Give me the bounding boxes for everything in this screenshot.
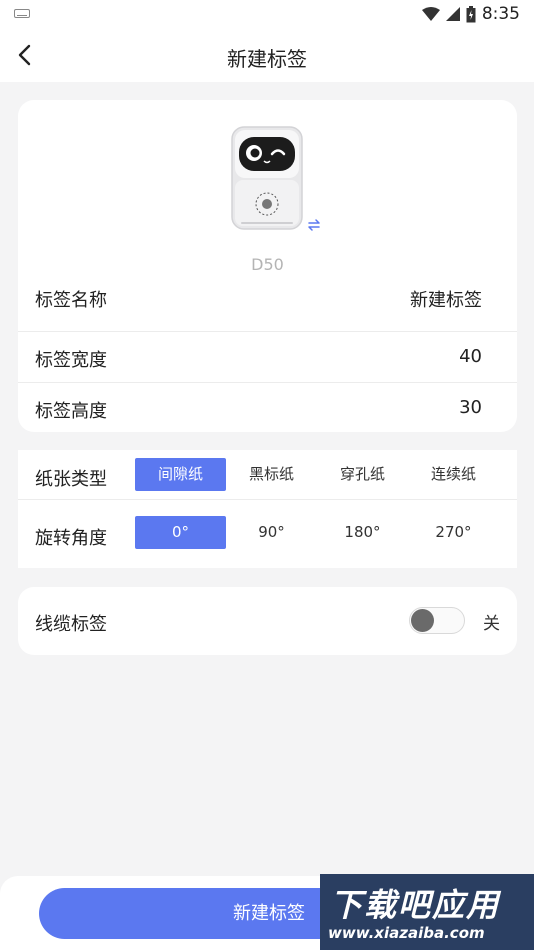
toggle-knob: [411, 609, 434, 632]
battery-icon: [466, 5, 476, 22]
print-options-card: 纸张类型 间隙纸 黑标纸 穿孔纸 连续纸 旋转角度 0° 90° 180° 27…: [18, 450, 517, 568]
cable-label-toggle[interactable]: [409, 607, 465, 634]
cell-signal-icon: [445, 7, 460, 21]
label-height-label: 标签高度: [35, 401, 107, 422]
rotation-option-90[interactable]: 90°: [226, 516, 317, 549]
wifi-icon: [421, 7, 440, 21]
cable-label-label: 线缆标签: [35, 614, 107, 635]
rotation-option-0[interactable]: 0°: [135, 516, 226, 549]
rotation-option-270[interactable]: 270°: [408, 516, 499, 549]
status-bar: 8:35: [0, 0, 534, 28]
label-width-label: 标签宽度: [35, 350, 107, 371]
label-name-row[interactable]: 标签名称 新建标签: [18, 272, 517, 322]
divider: [18, 499, 517, 500]
label-name-label: 标签名称: [35, 290, 107, 311]
watermark-text: 下载吧应用: [330, 886, 501, 924]
nav-bar: 新建标签: [0, 28, 534, 82]
clock-time: 8:35: [481, 4, 520, 24]
rotation-row: 旋转角度 0° 90° 180° 270°: [18, 508, 517, 566]
printer-image: [231, 126, 303, 230]
rotation-label: 旋转角度: [35, 528, 107, 549]
paper-type-option-black-mark[interactable]: 黑标纸: [226, 458, 317, 491]
watermark: 下载吧应用 www.xiazaiba.com: [320, 874, 534, 950]
label-width-value[interactable]: 40: [459, 346, 482, 367]
watermark-url: www.xiazaiba.com: [328, 924, 485, 942]
page-title: 新建标签: [227, 47, 307, 71]
paper-type-option-perforated[interactable]: 穿孔纸: [317, 458, 408, 491]
rotation-option-180[interactable]: 180°: [317, 516, 408, 549]
label-name-value[interactable]: 新建标签: [410, 286, 482, 312]
paper-type-label: 纸张类型: [35, 469, 107, 490]
paper-type-option-gap[interactable]: 间隙纸: [135, 458, 226, 491]
label-width-row[interactable]: 标签宽度 40: [18, 332, 517, 382]
label-settings-card: D50 标签名称 新建标签 标签宽度 40 标签高度 30: [18, 100, 517, 432]
cable-label-state: 关: [483, 614, 500, 634]
label-height-row[interactable]: 标签高度 30: [18, 383, 517, 433]
paper-type-option-continuous[interactable]: 连续纸: [408, 458, 499, 491]
swap-icon[interactable]: [307, 218, 321, 232]
label-height-value[interactable]: 30: [459, 397, 482, 418]
cable-label-card: 线缆标签 关: [18, 587, 517, 655]
keyboard-icon: [14, 9, 30, 18]
